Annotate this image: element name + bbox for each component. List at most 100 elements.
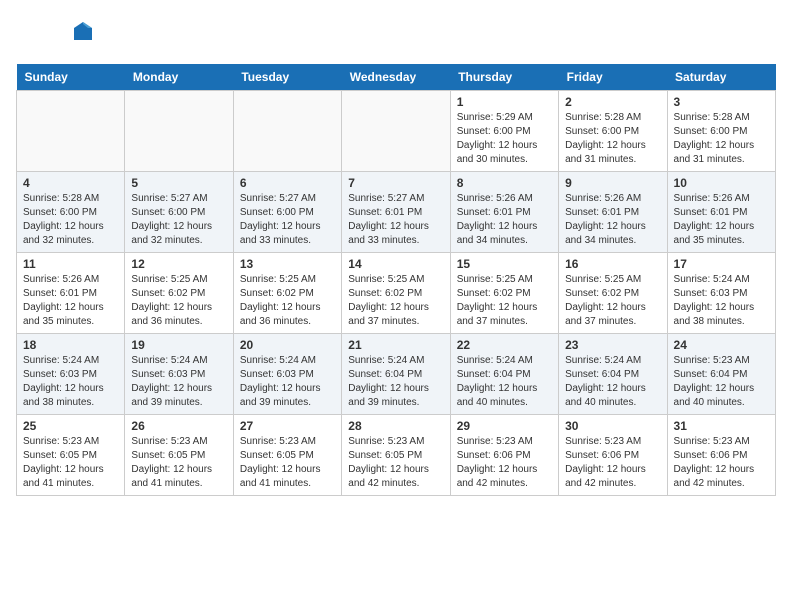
day-header-thursday: Thursday [450, 64, 558, 91]
cell-date-number: 22 [457, 338, 552, 352]
cell-info-text: Sunrise: 5:25 AM Sunset: 6:02 PM Dayligh… [348, 273, 443, 329]
cell-date-number: 11 [23, 257, 118, 271]
cell-date-number: 21 [348, 338, 443, 352]
calendar-cell: 2 Sunrise: 5:28 AM Sunset: 6:00 PM Daylig… [559, 91, 667, 172]
calendar-cell: 8Sunrise: 5:26 AM Sunset: 6:01 PM Daylig… [450, 172, 558, 253]
cell-info-text: Sunrise: 5:25 AM Sunset: 6:02 PM Dayligh… [565, 273, 660, 329]
cell-date-number: 30 [565, 419, 660, 433]
calendar-cell [342, 91, 450, 172]
calendar-table: SundayMondayTuesdayWednesdayThursdayFrid… [16, 64, 776, 496]
day-header-sunday: Sunday [17, 64, 125, 91]
day-header-saturday: Saturday [667, 64, 775, 91]
cell-info-text: Sunrise: 5:23 AM Sunset: 6:05 PM Dayligh… [131, 435, 226, 491]
cell-info-text: Sunrise: 5:25 AM Sunset: 6:02 PM Dayligh… [240, 273, 335, 329]
calendar-cell: 12Sunrise: 5:25 AM Sunset: 6:02 PM Dayli… [125, 253, 233, 334]
calendar-cell: 6 Sunrise: 5:27 AM Sunset: 6:00 PM Daylig… [233, 172, 341, 253]
day-header-tuesday: Tuesday [233, 64, 341, 91]
cell-date-number: 28 [348, 419, 443, 433]
calendar-cell: 21 Sunrise: 5:24 AM Sunset: 6:04 PM Dayli… [342, 334, 450, 415]
cell-date-number: 14 [348, 257, 443, 271]
header [16, 16, 776, 56]
logo [16, 16, 76, 56]
calendar-cell [125, 91, 233, 172]
cell-info-text: Sunrise: 5:23 AM Sunset: 6:06 PM Dayligh… [457, 435, 552, 491]
cell-date-number: 26 [131, 419, 226, 433]
cell-info-text: Sunrise: 5:24 AM Sunset: 6:04 PM Dayligh… [457, 354, 552, 410]
cell-info-text: Sunrise: 5:24 AM Sunset: 6:03 PM Dayligh… [23, 354, 118, 410]
calendar-cell: 20Sunrise: 5:24 AM Sunset: 6:03 PM Dayli… [233, 334, 341, 415]
cell-info-text: Sunrise: 5:27 AM Sunset: 6:00 PM Dayligh… [131, 192, 226, 248]
cell-date-number: 13 [240, 257, 335, 271]
cell-date-number: 6 [240, 176, 335, 190]
cell-info-text: Sunrise: 5:28 AM Sunset: 6:00 PM Dayligh… [674, 111, 769, 167]
cell-date-number: 25 [23, 419, 118, 433]
cell-info-text: Sunrise: 5:26 AM Sunset: 6:01 PM Dayligh… [674, 192, 769, 248]
week-row-1: 1 Sunrise: 5:29 AM Sunset: 6:00 PM Daylig… [17, 91, 776, 172]
calendar-cell: 14 Sunrise: 5:25 AM Sunset: 6:02 PM Dayli… [342, 253, 450, 334]
cell-date-number: 29 [457, 419, 552, 433]
cell-date-number: 31 [674, 419, 769, 433]
cell-date-number: 4 [23, 176, 118, 190]
cell-date-number: 9 [565, 176, 660, 190]
calendar-cell: 26 Sunrise: 5:23 AM Sunset: 6:05 PM Dayli… [125, 415, 233, 496]
cell-info-text: Sunrise: 5:23 AM Sunset: 6:04 PM Dayligh… [674, 354, 769, 410]
week-row-4: 18 Sunrise: 5:24 AM Sunset: 6:03 PM Dayli… [17, 334, 776, 415]
calendar-cell: 25 Sunrise: 5:23 AM Sunset: 6:05 PM Dayli… [17, 415, 125, 496]
calendar-cell: 30 Sunrise: 5:23 AM Sunset: 6:06 PM Dayli… [559, 415, 667, 496]
cell-info-text: Sunrise: 5:23 AM Sunset: 6:06 PM Dayligh… [565, 435, 660, 491]
week-row-3: 11 Sunrise: 5:26 AM Sunset: 6:01 PM Dayli… [17, 253, 776, 334]
calendar-cell: 18 Sunrise: 5:24 AM Sunset: 6:03 PM Dayli… [17, 334, 125, 415]
calendar-cell [233, 91, 341, 172]
day-header-friday: Friday [559, 64, 667, 91]
cell-info-text: Sunrise: 5:27 AM Sunset: 6:00 PM Dayligh… [240, 192, 335, 248]
cell-info-text: Sunrise: 5:25 AM Sunset: 6:02 PM Dayligh… [457, 273, 552, 329]
calendar-cell: 23Sunrise: 5:24 AM Sunset: 6:04 PM Dayli… [559, 334, 667, 415]
cell-date-number: 15 [457, 257, 552, 271]
calendar-cell: 19Sunrise: 5:24 AM Sunset: 6:03 PM Dayli… [125, 334, 233, 415]
cell-date-number: 20 [240, 338, 335, 352]
cell-info-text: Sunrise: 5:23 AM Sunset: 6:05 PM Dayligh… [240, 435, 335, 491]
calendar-cell: 11 Sunrise: 5:26 AM Sunset: 6:01 PM Dayli… [17, 253, 125, 334]
cell-info-text: Sunrise: 5:24 AM Sunset: 6:04 PM Dayligh… [348, 354, 443, 410]
calendar-cell: 16 Sunrise: 5:25 AM Sunset: 6:02 PM Dayli… [559, 253, 667, 334]
cell-date-number: 1 [457, 95, 552, 109]
calendar-cell: 13 Sunrise: 5:25 AM Sunset: 6:02 PM Dayli… [233, 253, 341, 334]
calendar-cell: 10 Sunrise: 5:26 AM Sunset: 6:01 PM Dayli… [667, 172, 775, 253]
cell-date-number: 3 [674, 95, 769, 109]
cell-date-number: 27 [240, 419, 335, 433]
cell-info-text: Sunrise: 5:27 AM Sunset: 6:01 PM Dayligh… [348, 192, 443, 248]
cell-info-text: Sunrise: 5:26 AM Sunset: 6:01 PM Dayligh… [23, 273, 118, 329]
calendar-cell: 17 Sunrise: 5:24 AM Sunset: 6:03 PM Dayli… [667, 253, 775, 334]
calendar-cell: 1 Sunrise: 5:29 AM Sunset: 6:00 PM Daylig… [450, 91, 558, 172]
cell-date-number: 12 [131, 257, 226, 271]
calendar-cell: 27 Sunrise: 5:23 AM Sunset: 6:05 PM Dayli… [233, 415, 341, 496]
cell-date-number: 17 [674, 257, 769, 271]
cell-info-text: Sunrise: 5:24 AM Sunset: 6:03 PM Dayligh… [674, 273, 769, 329]
calendar-cell: 24 Sunrise: 5:23 AM Sunset: 6:04 PM Dayli… [667, 334, 775, 415]
calendar-cell: 15 Sunrise: 5:25 AM Sunset: 6:02 PM Dayli… [450, 253, 558, 334]
week-row-2: 4Sunrise: 5:28 AM Sunset: 6:00 PM Daylig… [17, 172, 776, 253]
cell-info-text: Sunrise: 5:23 AM Sunset: 6:05 PM Dayligh… [348, 435, 443, 491]
calendar-cell: 7Sunrise: 5:27 AM Sunset: 6:01 PM Daylig… [342, 172, 450, 253]
header-row: SundayMondayTuesdayWednesdayThursdayFrid… [17, 64, 776, 91]
cell-info-text: Sunrise: 5:28 AM Sunset: 6:00 PM Dayligh… [565, 111, 660, 167]
calendar-cell: 5Sunrise: 5:27 AM Sunset: 6:00 PM Daylig… [125, 172, 233, 253]
day-header-monday: Monday [125, 64, 233, 91]
cell-date-number: 16 [565, 257, 660, 271]
cell-info-text: Sunrise: 5:26 AM Sunset: 6:01 PM Dayligh… [457, 192, 552, 248]
cell-date-number: 23 [565, 338, 660, 352]
week-row-5: 25 Sunrise: 5:23 AM Sunset: 6:05 PM Dayli… [17, 415, 776, 496]
cell-date-number: 18 [23, 338, 118, 352]
calendar-cell [17, 91, 125, 172]
cell-date-number: 24 [674, 338, 769, 352]
cell-info-text: Sunrise: 5:23 AM Sunset: 6:06 PM Dayligh… [674, 435, 769, 491]
cell-date-number: 10 [674, 176, 769, 190]
calendar-cell: 22 Sunrise: 5:24 AM Sunset: 6:04 PM Dayli… [450, 334, 558, 415]
cell-info-text: Sunrise: 5:29 AM Sunset: 6:00 PM Dayligh… [457, 111, 552, 167]
calendar-cell: 3 Sunrise: 5:28 AM Sunset: 6:00 PM Daylig… [667, 91, 775, 172]
cell-info-text: Sunrise: 5:23 AM Sunset: 6:05 PM Dayligh… [23, 435, 118, 491]
calendar-cell: 9Sunrise: 5:26 AM Sunset: 6:01 PM Daylig… [559, 172, 667, 253]
cell-date-number: 2 [565, 95, 660, 109]
calendar-cell: 4Sunrise: 5:28 AM Sunset: 6:00 PM Daylig… [17, 172, 125, 253]
logo-icon [72, 20, 94, 42]
